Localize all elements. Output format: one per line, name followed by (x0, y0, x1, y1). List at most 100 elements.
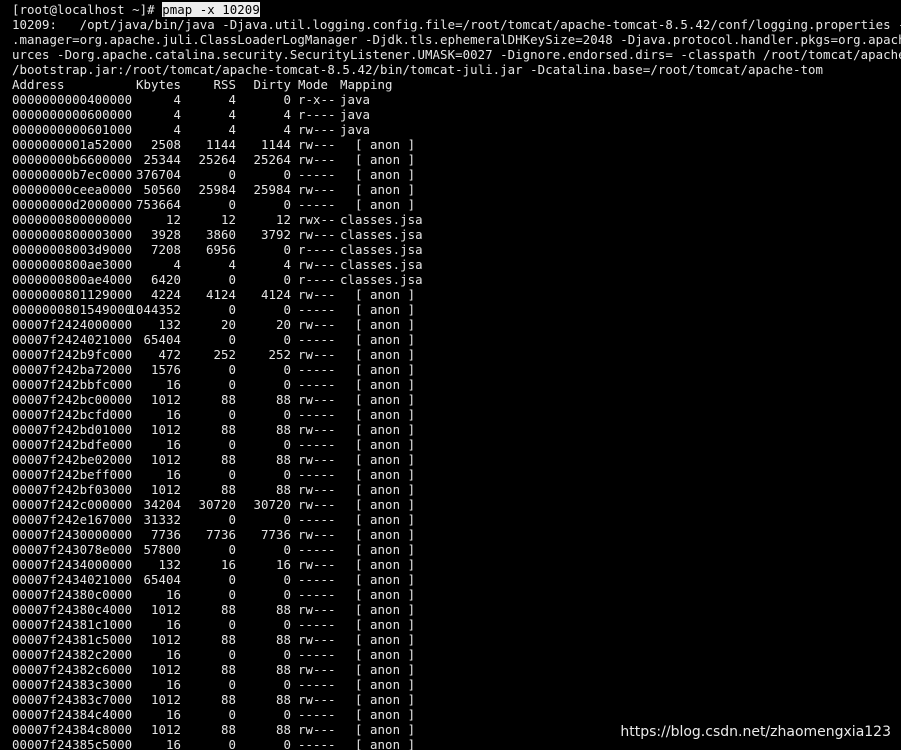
cell-mapping: [ anon ] (340, 137, 416, 152)
process-info-line: .manager=org.apache.juli.ClassLoaderLogM… (12, 32, 901, 47)
cell-mapping: [ anon ] (340, 572, 416, 587)
cell-dirty: 4 (283, 257, 291, 272)
cell-rss: 6956 (205, 242, 236, 257)
cell-rss: 88 (220, 692, 236, 707)
cell-mode: ----- (298, 707, 336, 722)
cell-mapping: [ anon ] (340, 602, 416, 617)
cell-address: 00007f24380c4000 (12, 602, 133, 617)
cell-rss: 0 (228, 572, 236, 587)
terminal-window[interactable]: [root@localhost ~]# pmap -x 10209 10209:… (12, 2, 901, 750)
cell-address: 0000000000400000 (12, 92, 133, 107)
cell-address: 00007f24384c4000 (12, 707, 133, 722)
table-row: 00007f2424000000 132 20 20 rw--- [ anon ] (12, 317, 901, 332)
cell-kbytes: 16 (165, 737, 181, 750)
cell-kbytes: 753664 (135, 197, 181, 212)
cell-address: 00007f2434000000 (12, 557, 133, 572)
table-row: 0000000801549000 1044352 0 0 ----- [ anon ] (12, 302, 901, 317)
cell-mode: ----- (298, 467, 336, 482)
cell-rss: 88 (220, 662, 236, 677)
cell-kbytes: 3928 (150, 227, 181, 242)
table-row: 00007f242c000000 34204 30720 30720 rw--- [ a… (12, 497, 901, 512)
cell-address: 00007f24385c5000 (12, 737, 133, 750)
cell-dirty: 0 (283, 707, 291, 722)
shell-prompt: [root@localhost ~]# (12, 2, 163, 17)
table-row: 00007f2434021000 65404 0 0 ----- [ anon ] (12, 572, 901, 587)
cell-mapping: [ anon ] (340, 557, 416, 572)
cell-mapping: [ anon ] (340, 707, 416, 722)
cell-mode: rw--- (298, 152, 336, 167)
cell-mapping: [ anon ] (340, 737, 416, 750)
cell-address: 00007f24382c2000 (12, 647, 133, 662)
table-row: 00007f242bd01000 1012 88 88 rw--- [ anon ] (12, 422, 901, 437)
cell-mode: rw--- (298, 392, 336, 407)
cell-dirty: 0 (283, 572, 291, 587)
cell-mode: rw--- (298, 632, 336, 647)
cell-dirty: 88 (275, 482, 291, 497)
cell-mode: ----- (298, 197, 336, 212)
cell-mapping: [ anon ] (340, 152, 416, 167)
table-row: 0000000001a52000 2508 1144 1144 rw--- [ anon… (12, 137, 901, 152)
prompt-line: [root@localhost ~]# pmap -x 10209 (12, 2, 901, 17)
cell-rss: 0 (228, 512, 236, 527)
cell-address: 00007f242bbfc000 (12, 377, 133, 392)
cell-kbytes: 6420 (150, 272, 181, 287)
table-row: 00007f24383c3000 16 0 0 ----- [ anon ] (12, 677, 901, 692)
cell-address: 00007f24381c5000 (12, 632, 133, 647)
cell-kbytes: 1012 (150, 602, 181, 617)
cell-dirty: 0 (283, 677, 291, 692)
cell-kbytes: 7736 (150, 527, 181, 542)
cell-dirty: 4 (283, 122, 291, 137)
cell-rss: 4 (228, 257, 236, 272)
cell-rss: 88 (220, 392, 236, 407)
cell-mode: ----- (298, 437, 336, 452)
cell-address: 00007f242b9fc000 (12, 347, 133, 362)
cell-address: 00007f24381c1000 (12, 617, 133, 632)
cell-rss: 20 (220, 317, 236, 332)
cell-rss: 88 (220, 482, 236, 497)
cell-address: 00007f2434021000 (12, 572, 133, 587)
cell-address: 00000000d2000000 (12, 197, 133, 212)
cell-kbytes: 16 (165, 587, 181, 602)
cell-dirty: 0 (283, 407, 291, 422)
command-text[interactable]: pmap -x 10209 (162, 2, 260, 17)
cell-mode: rw--- (298, 602, 336, 617)
cell-mapping: [ anon ] (340, 197, 416, 212)
cell-kbytes: 16 (165, 617, 181, 632)
cell-address: 00007f24380c0000 (12, 587, 133, 602)
cell-dirty: 0 (283, 302, 291, 317)
cell-dirty: 252 (268, 347, 291, 362)
header-kbytes: Kbytes (135, 77, 181, 92)
cell-dirty: 0 (283, 467, 291, 482)
cell-dirty: 88 (275, 662, 291, 677)
cell-kbytes: 1012 (150, 392, 181, 407)
cell-mode: rw--- (298, 227, 336, 242)
cell-mode: rw--- (298, 722, 336, 737)
table-row: 0000000800000000 12 12 12 rwx-- classes.jsa (12, 212, 901, 227)
cell-mapping: [ anon ] (340, 167, 416, 182)
cell-kbytes: 16 (165, 707, 181, 722)
cell-mode: rw--- (298, 347, 336, 362)
cell-mode: ----- (298, 587, 336, 602)
header-rss: RSS (213, 77, 236, 92)
cell-kbytes: 1012 (150, 692, 181, 707)
table-row: 00007f24384c4000 16 0 0 ----- [ anon ] (12, 707, 901, 722)
cell-dirty: 0 (283, 512, 291, 527)
cell-kbytes: 12 (165, 212, 181, 227)
pmap-table-body: 0000000000400000 4 4 0 r-x-- java 000000000060… (12, 92, 901, 750)
cell-rss: 0 (228, 587, 236, 602)
cell-dirty: 20 (275, 317, 291, 332)
cell-mapping: classes.jsa (340, 227, 423, 242)
cell-kbytes: 16 (165, 437, 181, 452)
cell-address: 00007f242bf03000 (12, 482, 133, 497)
cell-mapping: [ anon ] (340, 527, 416, 542)
cell-kbytes: 4 (173, 122, 181, 137)
cell-address: 00000000b6600000 (12, 152, 133, 167)
table-row: 00007f242e167000 31332 0 0 ----- [ anon ] (12, 512, 901, 527)
cell-kbytes: 4 (173, 92, 181, 107)
cell-mapping: [ anon ] (340, 302, 416, 317)
cell-mapping: [ anon ] (340, 422, 416, 437)
cell-mode: r---- (298, 107, 336, 122)
cell-mode: ----- (298, 302, 336, 317)
cell-rss: 0 (228, 737, 236, 750)
cell-rss: 4 (228, 122, 236, 137)
